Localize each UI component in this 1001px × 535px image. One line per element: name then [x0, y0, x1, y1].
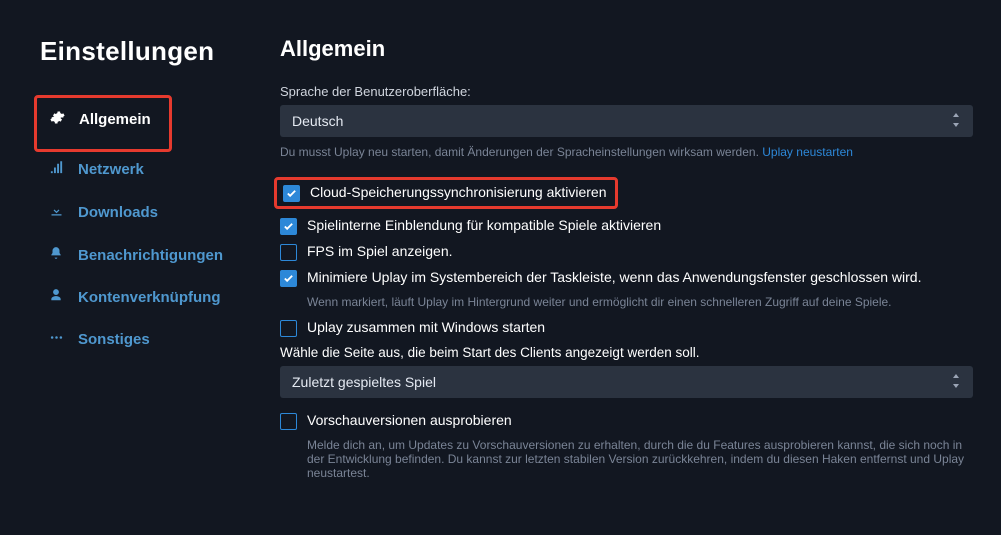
startpage-label: Wähle die Seite aus, die beim Start des … — [280, 345, 973, 360]
download-icon — [48, 203, 64, 222]
page-heading: Allgemein — [280, 36, 973, 62]
autostart-checkbox[interactable] — [280, 320, 297, 337]
preview-label: Vorschauversionen ausprobieren — [307, 412, 512, 428]
language-label: Sprache der Benutzeroberfläche: — [280, 84, 973, 99]
sidebar-item-label: Downloads — [78, 204, 158, 221]
sidebar-item-label: Kontenverknüpfung — [78, 289, 221, 306]
sidebar-item-general-highlight: Allgemein — [34, 95, 172, 152]
minimize-hint: Wenn markiert, läuft Uplay im Hintergrun… — [307, 295, 973, 309]
sidebar-item-general[interactable]: Allgemein — [41, 102, 159, 137]
user-icon — [48, 288, 64, 306]
sidebar-item-accounts[interactable]: Kontenverknüpfung — [40, 280, 280, 314]
overlay-label: Spielinterne Einblendung für kompatible … — [307, 217, 661, 233]
gear-icon — [49, 110, 65, 129]
language-hint: Du musst Uplay neu starten, damit Änderu… — [280, 145, 973, 159]
bell-icon — [48, 246, 64, 264]
cloud-sync-highlight: Cloud-Speicherungssynchronisierung aktiv… — [274, 177, 618, 209]
signal-icon — [48, 160, 64, 179]
settings-main: Allgemein Sprache der Benutzeroberfläche… — [280, 0, 1001, 535]
cloud-sync-label: Cloud-Speicherungssynchronisierung aktiv… — [310, 184, 607, 200]
startpage-select[interactable]: Zuletzt gespieltes Spiel — [280, 366, 973, 398]
sidebar-item-downloads[interactable]: Downloads — [40, 195, 280, 230]
dots-icon — [48, 330, 64, 349]
chevron-updown-icon — [951, 113, 961, 129]
sidebar-item-label: Benachrichtigungen — [78, 247, 223, 264]
sidebar-item-label: Allgemein — [79, 111, 151, 128]
sidebar-item-label: Netzwerk — [78, 161, 144, 178]
sidebar-item-notifications[interactable]: Benachrichtigungen — [40, 238, 280, 272]
cloud-sync-checkbox[interactable] — [283, 185, 300, 202]
preview-hint: Melde dich an, um Updates zu Vorschauver… — [307, 438, 973, 480]
minimize-label: Minimiere Uplay im Systembereich der Tas… — [307, 269, 921, 285]
fps-checkbox[interactable] — [280, 244, 297, 261]
chevron-updown-icon — [951, 374, 961, 390]
settings-title: Einstellungen — [40, 36, 280, 67]
sidebar-item-misc[interactable]: Sonstiges — [40, 322, 280, 357]
startpage-value: Zuletzt gespieltes Spiel — [292, 374, 436, 390]
sidebar-nav: Allgemein Netzwerk Downloads — [40, 95, 280, 357]
fps-label: FPS im Spiel anzeigen. — [307, 243, 453, 259]
sidebar-item-label: Sonstiges — [78, 331, 150, 348]
autostart-label: Uplay zusammen mit Windows starten — [307, 319, 545, 335]
sidebar-item-network[interactable]: Netzwerk — [40, 152, 280, 187]
restart-link[interactable]: Uplay neustarten — [762, 145, 853, 159]
minimize-checkbox[interactable] — [280, 270, 297, 287]
overlay-checkbox[interactable] — [280, 218, 297, 235]
preview-checkbox[interactable] — [280, 413, 297, 430]
settings-sidebar: Einstellungen Allgemein Netzwerk — [0, 0, 280, 535]
language-value: Deutsch — [292, 113, 343, 129]
language-select[interactable]: Deutsch — [280, 105, 973, 137]
